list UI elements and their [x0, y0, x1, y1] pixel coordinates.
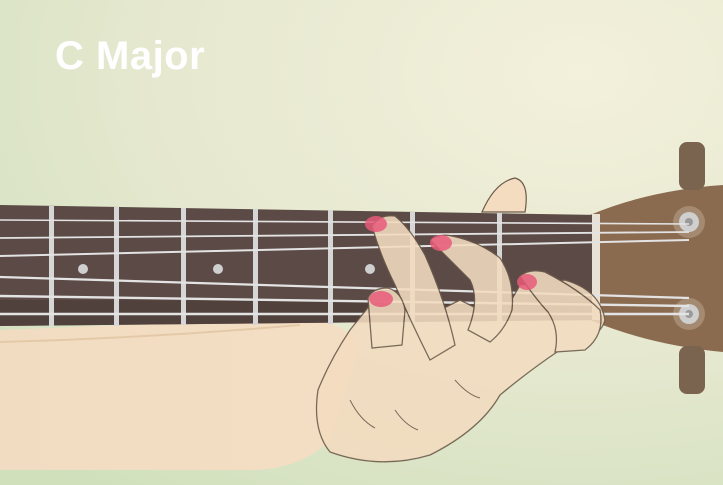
fingertip-marker [430, 235, 452, 251]
fingertip-marker [365, 216, 387, 232]
fret-dot [213, 264, 223, 274]
chord-title: C Major [55, 34, 206, 78]
guitar-chord-illustration: C Major [0, 0, 723, 485]
fingertip-marker [369, 291, 393, 307]
fret-dot [78, 264, 88, 274]
fret-dot [365, 264, 375, 274]
fingertip-marker [517, 274, 537, 290]
headstock [590, 185, 723, 352]
